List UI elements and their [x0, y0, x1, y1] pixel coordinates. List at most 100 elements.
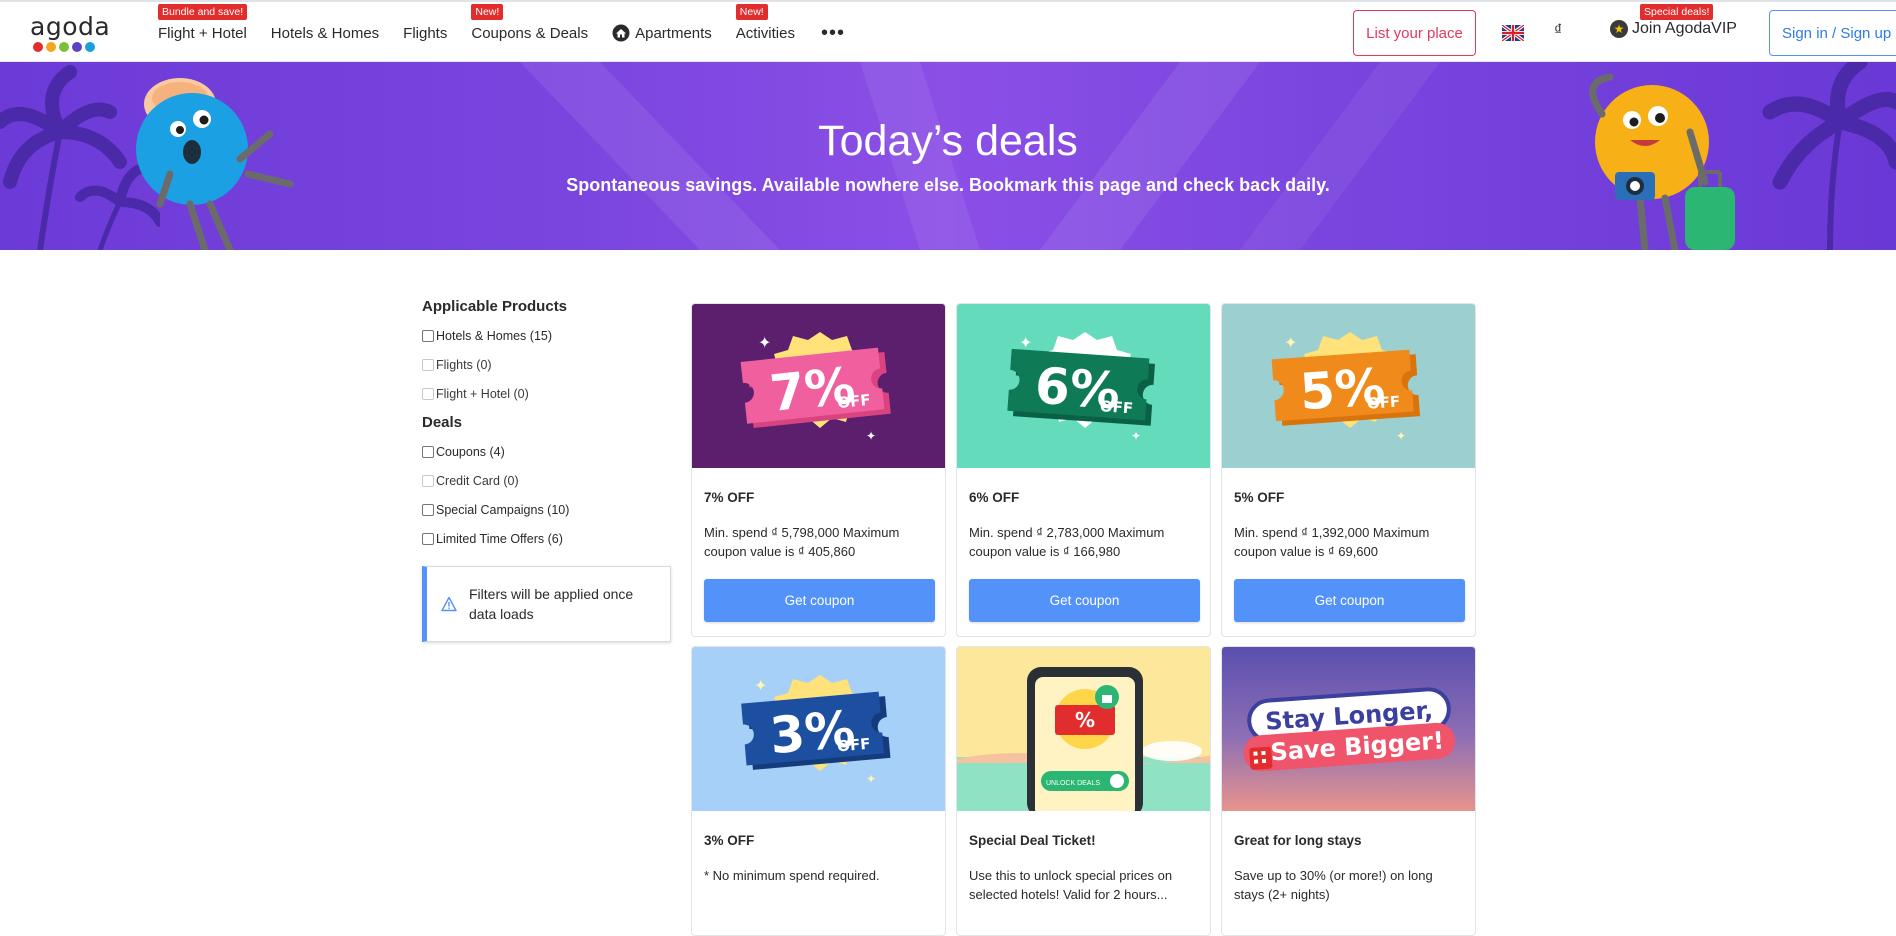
- svg-text:OFF: OFF: [1099, 397, 1133, 417]
- sign-in-button[interactable]: Sign in / Sign up: [1769, 10, 1896, 56]
- card-title: Great for long stays: [1234, 833, 1362, 848]
- unlock-deals-label: UNLOCK DEALS: [1046, 780, 1100, 787]
- filter-hotels-homes[interactable]: Hotels & Homes (15): [422, 321, 672, 350]
- filter-label: Hotels & Homes (15): [436, 328, 553, 343]
- nav-flights[interactable]: Flights: [403, 2, 447, 64]
- card-description: Min. spend ₫ 1,392,000 Maximum coupon va…: [1234, 525, 1430, 559]
- svg-text:✦: ✦: [1396, 429, 1406, 443]
- nav-activities[interactable]: New! Activities: [735, 2, 795, 64]
- vip-label: Join AgodaVIP: [1632, 20, 1737, 37]
- filters-notice: Filters will be applied once data loads: [422, 566, 671, 642]
- logo-dot-purple: [72, 42, 82, 52]
- coupon-image: 7% OFF ✦ ✦: [692, 304, 945, 468]
- logo-dot-red: [33, 42, 43, 52]
- deal-card[interactable]: 3% OFF ✦ ✦ 3% OFF * No minimum spend req…: [691, 646, 946, 936]
- svg-text:✦: ✦: [1131, 429, 1141, 443]
- checkbox[interactable]: [422, 503, 434, 516]
- get-coupon-button[interactable]: Get coupon: [704, 579, 935, 622]
- coupon-ticket-icon: 7% OFF ✦ ✦: [740, 332, 891, 443]
- checkbox[interactable]: [422, 532, 434, 545]
- filter-special-campaigns[interactable]: Special Campaigns (10): [422, 495, 672, 524]
- get-coupon-button[interactable]: Get coupon: [1234, 579, 1465, 622]
- checkbox[interactable]: [422, 445, 434, 458]
- nav-label: Apartments: [635, 24, 712, 42]
- list-your-place-button[interactable]: List your place: [1353, 10, 1476, 56]
- svg-text:OFF: OFF: [837, 391, 872, 412]
- page-subtitle: Spontaneous savings. Available nowhere e…: [566, 175, 1330, 195]
- logo-text: agoda: [30, 12, 111, 41]
- deal-card[interactable]: Stay Longer, Save Bigger! Great for long…: [1221, 646, 1476, 936]
- deal-card[interactable]: 6% OFF ✦ ✦ 6% OFF Min. spend ₫ 2,783,000…: [956, 303, 1211, 637]
- svg-text:✦: ✦: [758, 335, 771, 352]
- card-description: * No minimum spend required.: [704, 868, 880, 883]
- nav-badge: Bundle and save!: [158, 4, 248, 20]
- currency-selector[interactable]: ₫: [1554, 22, 1562, 40]
- notice-text: Filters will be applied once data loads: [469, 586, 634, 622]
- long-stay-image: Stay Longer, Save Bigger!: [1222, 647, 1475, 811]
- nav-hotels-homes[interactable]: Hotels & Homes: [271, 2, 379, 64]
- svg-text:OFF: OFF: [836, 735, 871, 756]
- vip-badge: Special deals!: [1640, 4, 1714, 20]
- join-agodavip-button[interactable]: Special deals! ★ Join AgodaVIP: [1610, 4, 1737, 38]
- svg-text:✦: ✦: [754, 678, 767, 695]
- stay-longer-banner: Stay Longer, Save Bigger!: [1243, 687, 1456, 772]
- get-coupon-button[interactable]: Get coupon: [969, 579, 1200, 622]
- card-title: 3% OFF: [704, 833, 755, 848]
- filter-label: Coupons (4): [436, 444, 505, 459]
- filter-label: Credit Card (0): [436, 473, 519, 488]
- filter-limited-time-offers[interactable]: Limited Time Offers (6): [422, 524, 672, 553]
- agoda-logo[interactable]: agoda: [30, 12, 110, 56]
- logo-dots: [33, 42, 110, 52]
- coupon-ticket-icon: 5% OFF ✦ ✦: [1271, 332, 1420, 443]
- logo-dot-orange: [46, 42, 56, 52]
- warning-icon: [441, 596, 457, 612]
- card-title: 7% OFF: [704, 490, 755, 505]
- more-dots-icon: •••: [820, 21, 845, 44]
- logo-dot-blue: [85, 42, 95, 52]
- filter-label: Limited Time Offers (6): [436, 531, 563, 546]
- coupon-image: 5% OFF ✦ ✦: [1222, 304, 1475, 468]
- nav-label: Flight + Hotel: [158, 24, 247, 42]
- checkbox[interactable]: [422, 329, 434, 342]
- filter-credit-card: Credit Card (0): [422, 466, 672, 495]
- filter-flight-hotel: Flight + Hotel (0): [422, 379, 672, 408]
- deal-card[interactable]: 5% OFF ✦ ✦ 5% OFF Min. spend ₫ 1,392,000…: [1221, 303, 1476, 637]
- nav-apartments[interactable]: Apartments: [612, 2, 712, 64]
- svg-text:✦: ✦: [1284, 335, 1297, 352]
- nav-badge: New!: [735, 4, 768, 20]
- card-description: Use this to unlock special prices on sel…: [969, 868, 1173, 902]
- card-description: Save up to 30% (or more!) on long stays …: [1234, 868, 1433, 902]
- nav-label: Flights: [403, 24, 448, 42]
- deals-title: Deals: [422, 414, 463, 431]
- star-icon: ★: [1610, 20, 1628, 38]
- nav-label: Hotels & Homes: [270, 24, 380, 42]
- card-title: 6% OFF: [969, 490, 1020, 505]
- uk-flag-icon[interactable]: [1502, 25, 1524, 41]
- home-icon: [612, 24, 630, 42]
- main-nav: Bundle and save! Flight + Hotel Hotels &…: [158, 2, 869, 64]
- filter-coupons[interactable]: Coupons (4): [422, 437, 672, 466]
- card-description: Min. spend ₫ 5,798,000 Maximum coupon va…: [704, 525, 900, 559]
- nav-coupons-deals[interactable]: New! Coupons & Deals: [471, 2, 588, 64]
- filter-label: Special Campaigns (10): [436, 502, 570, 517]
- phone-unlock-icon: % UNLOCK DEALS: [957, 667, 1210, 811]
- checkbox: [422, 358, 434, 371]
- more-menu-button[interactable]: •••: [819, 2, 845, 64]
- svg-text:3%: 3%: [768, 700, 858, 765]
- coupon-image: 3% OFF ✦ ✦: [692, 647, 945, 811]
- nav-flight-hotel[interactable]: Bundle and save! Flight + Hotel: [158, 2, 248, 64]
- deal-card[interactable]: 7% OFF ✦ ✦ 7% OFF Min. spend ₫ 5,798,000…: [691, 303, 946, 637]
- svg-text:✦: ✦: [866, 772, 876, 786]
- card-title: Special Deal Ticket!: [969, 833, 1096, 848]
- filter-sidebar: Applicable Products Hotels & Homes (15) …: [422, 298, 672, 553]
- top-header: agoda Bundle and save! Flight + Hotel Ho…: [0, 0, 1896, 62]
- deal-card[interactable]: % UNLOCK DEALS Special Deal Ticket! Use …: [956, 646, 1211, 936]
- filter-label: Flight + Hotel (0): [436, 386, 529, 401]
- nav-label: Coupons & Deals: [471, 24, 589, 42]
- special-deal-image: % UNLOCK DEALS: [957, 647, 1210, 811]
- deals-banner: Today’s deals Spontaneous savings. Avail…: [0, 62, 1896, 250]
- svg-text:OFF: OFF: [1366, 392, 1400, 412]
- coupon-ticket-icon: 6% OFF ✦ ✦: [1007, 332, 1155, 443]
- applicable-products-title: Applicable Products: [422, 298, 568, 315]
- filter-label: Flights (0): [436, 357, 492, 372]
